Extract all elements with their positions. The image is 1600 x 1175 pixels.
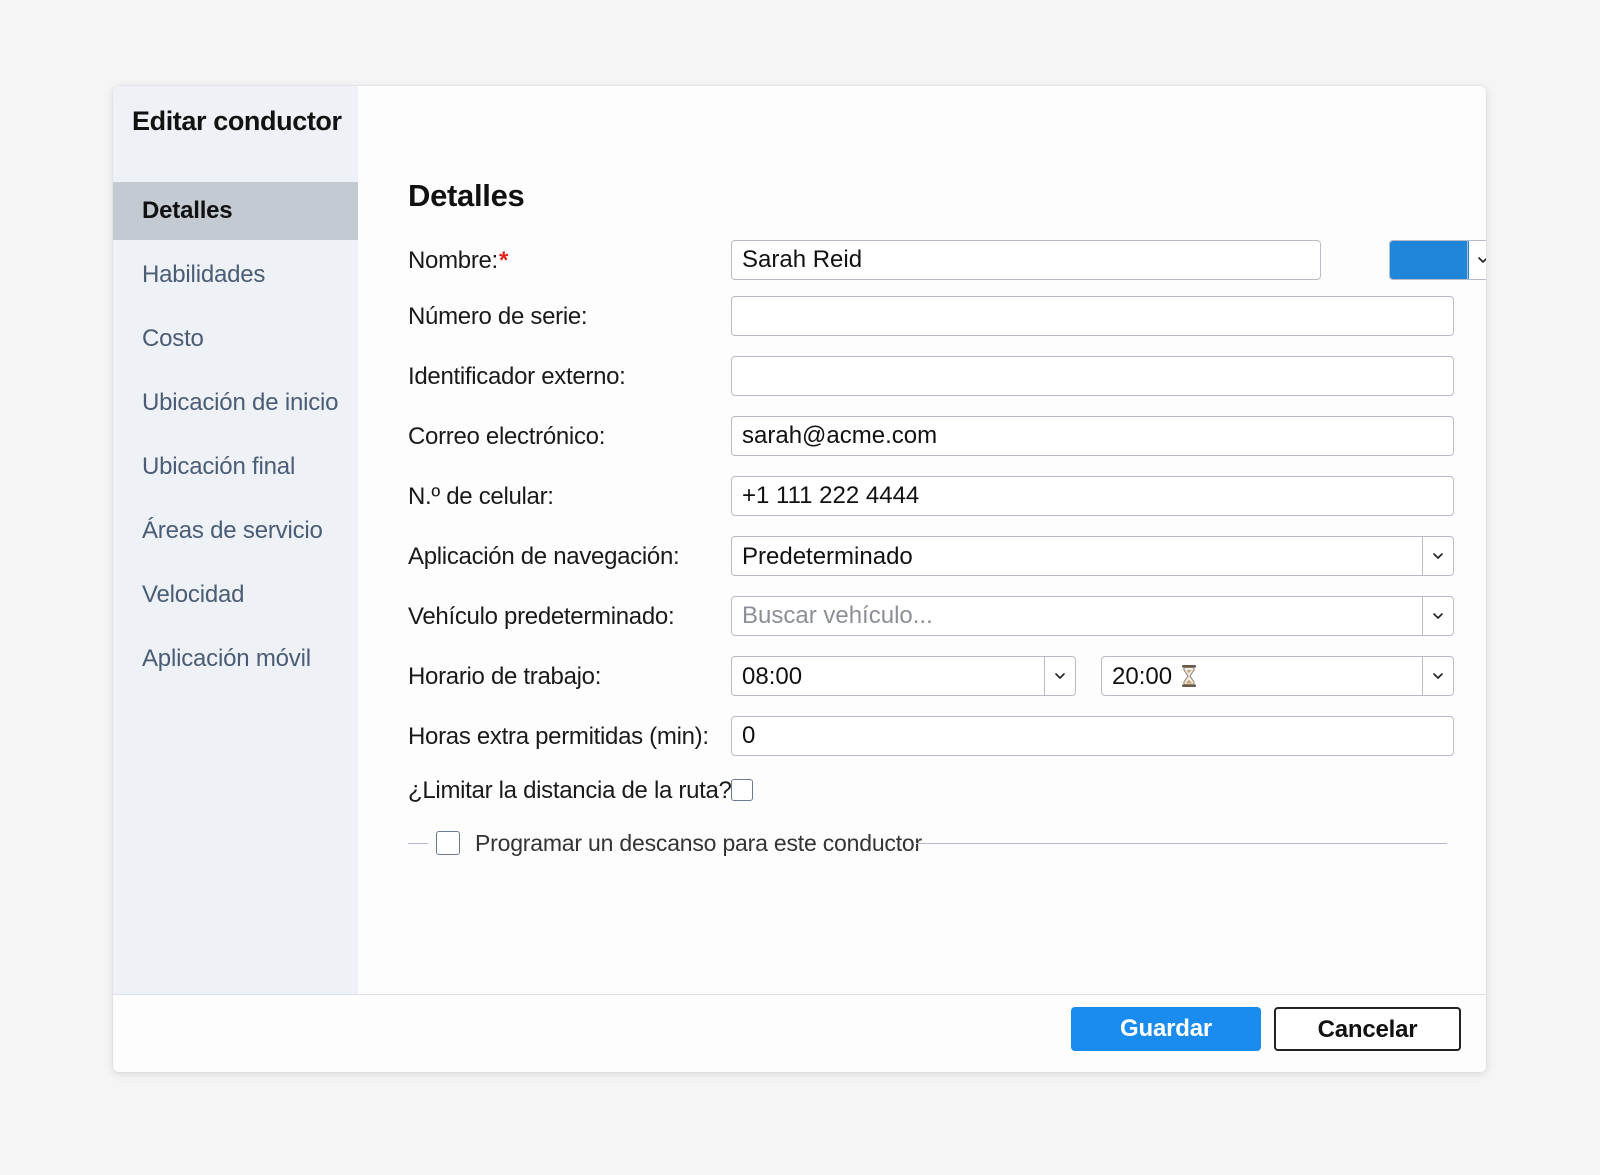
serial-row: Número de serie: bbox=[408, 296, 1468, 338]
phone-label: N.º de celular: bbox=[408, 483, 554, 510]
work-start-value: 08:00 bbox=[742, 663, 803, 690]
nav-app-select[interactable]: Predeterminado bbox=[731, 536, 1454, 576]
sidebar-item-detalles[interactable]: Detalles bbox=[113, 182, 358, 240]
external-id-row: Identificador externo: bbox=[408, 356, 1468, 398]
chevron-down-icon bbox=[1478, 257, 1486, 263]
save-button[interactable]: Guardar bbox=[1071, 1007, 1261, 1051]
schedule-break-checkbox[interactable] bbox=[436, 831, 460, 855]
overtime-row: Horas extra permitidas (min): bbox=[408, 716, 1468, 758]
work-start-select[interactable]: 08:00 bbox=[731, 656, 1076, 696]
nav-app-row: Aplicación de navegación: Predeterminado bbox=[408, 536, 1468, 578]
sidebar-item-ubicacion-inicio[interactable]: Ubicación de inicio bbox=[113, 374, 358, 432]
email-label: Correo electrónico: bbox=[408, 423, 606, 450]
dialog-title: Editar conductor bbox=[132, 106, 342, 136]
break-divider-right bbox=[916, 843, 1447, 844]
work-end-select[interactable]: 20:00 bbox=[1101, 656, 1454, 696]
work-hours-label: Horario de trabajo: bbox=[408, 663, 602, 690]
work-end-value: 20:00 bbox=[1102, 657, 1453, 695]
name-label: Nombre:* bbox=[408, 247, 508, 274]
name-field-wrapper bbox=[731, 240, 1321, 280]
phone-field-wrapper bbox=[731, 476, 1454, 516]
vehicle-search-input[interactable] bbox=[732, 597, 1453, 635]
color-picker-dropdown[interactable] bbox=[1389, 240, 1486, 280]
vehicle-dropdown-toggle[interactable] bbox=[1422, 597, 1453, 635]
break-divider-left bbox=[408, 843, 428, 844]
nav-app-value: Predeterminado bbox=[742, 543, 913, 570]
sidebar-item-habilidades[interactable]: Habilidades bbox=[113, 246, 358, 304]
sidebar-item-costo[interactable]: Costo bbox=[113, 310, 358, 368]
sidebar-item-aplicacion-movil[interactable]: Aplicación móvil bbox=[113, 630, 358, 688]
sidebar-nav: Detalles Habilidades Costo Ubicación de … bbox=[113, 182, 358, 694]
hourglass-icon bbox=[1182, 664, 1197, 687]
dialog-footer: Guardar Cancelar bbox=[113, 994, 1486, 1072]
external-id-label: Identificador externo: bbox=[408, 363, 626, 390]
serial-number-input[interactable] bbox=[732, 297, 1453, 335]
limit-distance-row: ¿Limitar la distancia de la ruta? bbox=[408, 770, 1468, 812]
nav-app-dropdown-toggle[interactable] bbox=[1422, 537, 1453, 575]
chevron-down-icon bbox=[1433, 673, 1443, 679]
name-row: Nombre:* bbox=[408, 240, 1486, 282]
vehicle-select[interactable] bbox=[731, 596, 1454, 636]
nav-app-label: Aplicación de navegación: bbox=[408, 543, 680, 570]
sidebar-item-ubicacion-final[interactable]: Ubicación final bbox=[113, 438, 358, 496]
sidebar-item-areas-servicio[interactable]: Áreas de servicio bbox=[113, 502, 358, 560]
required-asterisk: * bbox=[498, 247, 508, 274]
name-input[interactable] bbox=[732, 241, 1320, 279]
vehicle-row: Vehículo predeterminado: bbox=[408, 596, 1468, 638]
work-end-dropdown-toggle[interactable] bbox=[1422, 657, 1453, 695]
sidebar-item-velocidad[interactable]: Velocidad bbox=[113, 566, 358, 624]
color-dropdown-toggle[interactable] bbox=[1467, 241, 1486, 279]
cancel-button[interactable]: Cancelar bbox=[1274, 1007, 1461, 1051]
email-row: Correo electrónico: bbox=[408, 416, 1468, 458]
phone-input[interactable] bbox=[732, 477, 1453, 515]
work-start-dropdown-toggle[interactable] bbox=[1044, 657, 1075, 695]
color-swatch bbox=[1390, 241, 1469, 279]
chevron-down-icon bbox=[1433, 613, 1443, 619]
external-id-field-wrapper bbox=[731, 356, 1454, 396]
section-title: Detalles bbox=[408, 178, 525, 213]
sidebar: Editar conductor Detalles Habilidades Co… bbox=[113, 86, 358, 994]
edit-driver-dialog: Editar conductor Detalles Habilidades Co… bbox=[113, 86, 1486, 1072]
limit-distance-label: ¿Limitar la distancia de la ruta? bbox=[408, 777, 732, 804]
email-field-wrapper bbox=[731, 416, 1454, 456]
overtime-input[interactable] bbox=[732, 717, 1453, 755]
schedule-break-label: Programar un descanso para este conducto… bbox=[475, 830, 922, 856]
phone-row: N.º de celular: bbox=[408, 476, 1468, 518]
limit-distance-checkbox[interactable] bbox=[731, 779, 753, 801]
overtime-field-wrapper bbox=[731, 716, 1454, 756]
chevron-down-icon bbox=[1433, 553, 1443, 559]
serial-label: Número de serie: bbox=[408, 303, 588, 330]
details-panel: Detalles Nombre:* Número de serie: Ident… bbox=[358, 86, 1486, 994]
overtime-label: Horas extra permitidas (min): bbox=[408, 723, 709, 750]
vehicle-label: Vehículo predeterminado: bbox=[408, 603, 675, 630]
external-id-input[interactable] bbox=[732, 357, 1453, 395]
chevron-down-icon bbox=[1055, 673, 1065, 679]
email-input[interactable] bbox=[732, 417, 1453, 455]
serial-field-wrapper bbox=[731, 296, 1454, 336]
work-hours-row: Horario de trabajo: 08:00 20:00 bbox=[408, 656, 1468, 698]
